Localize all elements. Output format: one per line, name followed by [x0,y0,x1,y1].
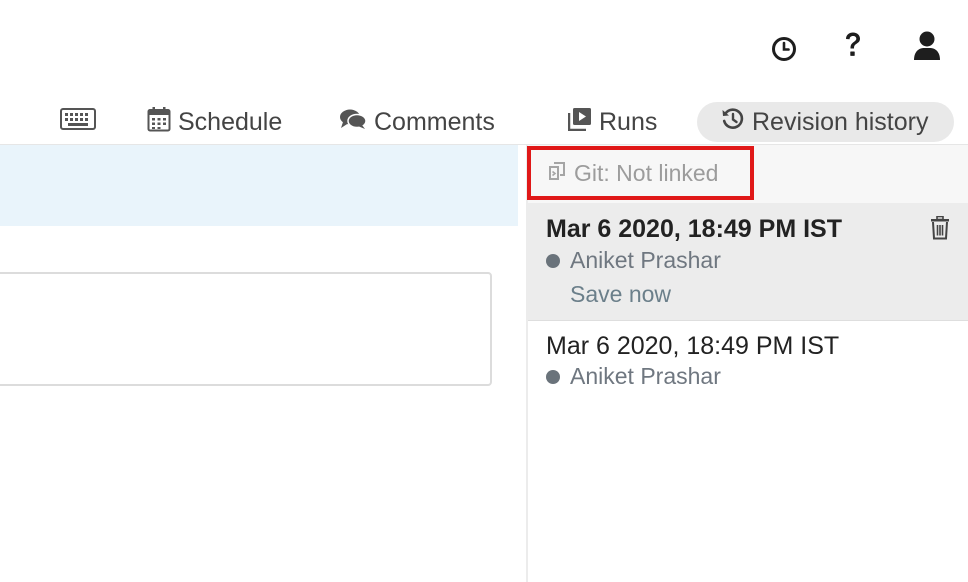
author-dot-icon [546,253,560,268]
tab-label: Revision history [752,107,929,136]
help-icon[interactable] [838,30,868,60]
git-status-link[interactable]: Git: Not linked [527,146,754,200]
tab-label: Runs [599,107,658,136]
revision-item-selected[interactable]: Mar 6 2020, 18:49 PM IST Aniket Prashar … [528,203,968,321]
trash-icon[interactable] [930,215,950,240]
notebook-info-band [0,145,518,226]
keyboard-icon [60,107,103,137]
author-name: Aniket Prashar [570,363,721,389]
revision-date: Mar 6 2020, 18:49 PM IST [546,215,842,243]
comments-icon [339,108,374,137]
tab-revision-history[interactable]: Revision history [697,102,955,142]
calendar-icon [147,106,178,139]
user-icon[interactable] [912,30,942,60]
notebook-page: Schedule Comments Runs Revision history … [0,0,968,582]
git-icon [548,160,574,187]
git-status-label: Git: Not linked [574,159,719,186]
runs-icon [567,107,599,138]
tab-label: Comments [374,107,495,136]
tab-runs[interactable]: Runs [567,102,658,142]
author-name: Aniket Prashar [570,247,721,273]
tab-label: Schedule [178,107,283,136]
tab-comments[interactable]: Comments [339,102,495,142]
notebook-cell[interactable] [0,272,492,386]
author-dot-icon [546,369,560,384]
tab-keyboard-shortcuts[interactable] [60,102,103,142]
save-now-link[interactable]: Save now [570,281,671,308]
revision-author: Aniket Prashar [546,247,721,274]
recent-clock-icon[interactable] [769,34,799,64]
history-icon [721,107,752,138]
tab-schedule[interactable]: Schedule [147,102,282,142]
revision-date: Mar 6 2020, 18:49 PM IST [546,332,840,360]
revision-author: Aniket Prashar [546,363,721,390]
revision-item[interactable]: Mar 6 2020, 18:49 PM IST Aniket Prashar [528,322,968,402]
